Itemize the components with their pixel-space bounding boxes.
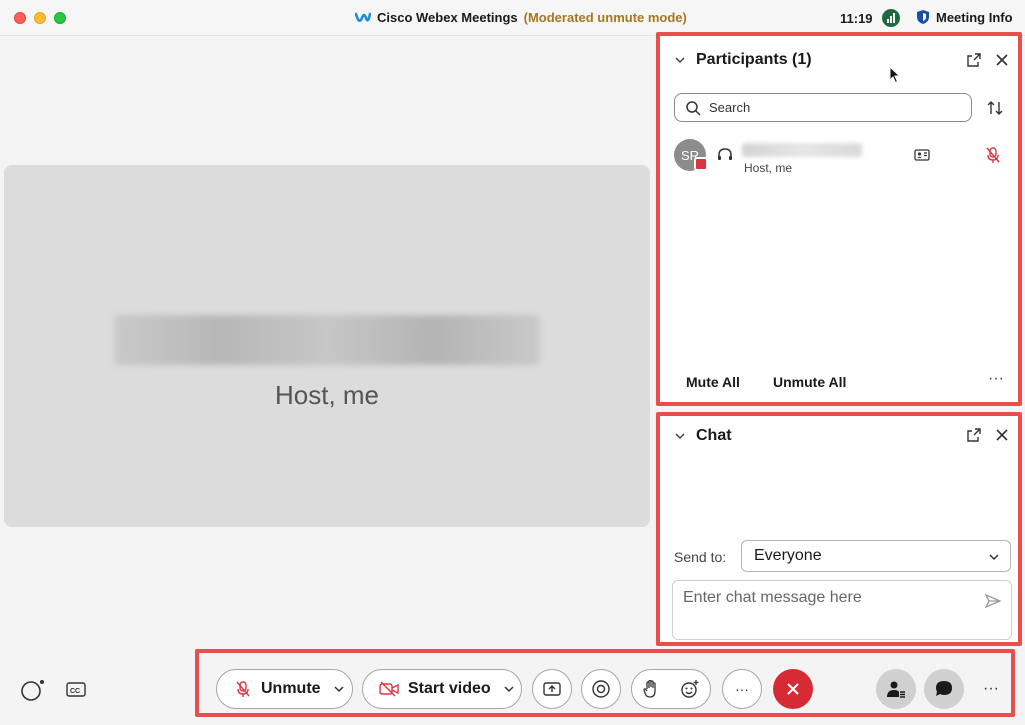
share-button[interactable] (532, 669, 572, 709)
participants-toggle-button[interactable] (876, 669, 916, 709)
start-video-label: Start video (408, 680, 491, 697)
ai-assistant-icon[interactable] (20, 678, 46, 702)
chevron-down-icon[interactable] (333, 683, 345, 695)
meeting-info-label: Meeting Info (936, 9, 1013, 25)
webex-logo-icon (355, 12, 371, 22)
share-screen-icon (543, 682, 561, 696)
record-icon (592, 680, 610, 698)
record-button[interactable] (581, 669, 621, 709)
app-name: Cisco Webex Meetings (377, 10, 518, 25)
start-video-button[interactable]: Start video (362, 669, 522, 709)
video-off-icon (379, 681, 399, 697)
stage-video-tile[interactable]: Host, me (4, 165, 650, 527)
chat-bubble-icon (936, 681, 952, 696)
meeting-info-button[interactable]: Meeting Info (916, 9, 1013, 25)
zoom-window-button[interactable] (54, 12, 66, 24)
unmute-mode-label: (Moderated unmute mode) (523, 10, 687, 25)
minimize-window-button[interactable] (34, 12, 46, 24)
more-options-button[interactable]: ··· (722, 669, 762, 709)
participants-icon (887, 681, 905, 698)
blurred-participant-name (114, 315, 540, 365)
stage-participant-role: Host, me (274, 380, 380, 410)
svg-text:CC: CC (70, 688, 80, 695)
chat-highlight-frame (656, 412, 1022, 646)
mouse-cursor-icon (889, 66, 901, 84)
network-health-icon[interactable] (882, 9, 900, 27)
close-icon (787, 683, 799, 695)
window-title: Cisco Webex Meetings (Moderated unmute m… (355, 10, 687, 25)
participants-highlight-frame (656, 32, 1022, 406)
leave-meeting-button[interactable] (773, 669, 813, 709)
shield-icon (917, 10, 929, 24)
right-more-button[interactable]: ··· (983, 680, 999, 698)
reactions-icon[interactable] (680, 679, 700, 699)
reactions-group (631, 669, 711, 709)
closed-captions-icon[interactable]: CC (66, 681, 86, 699)
clock: 11:19 (840, 11, 873, 26)
raise-hand-icon[interactable] (642, 679, 660, 699)
title-bar: Cisco Webex Meetings (Moderated unmute m… (0, 0, 1025, 36)
chat-toggle-button[interactable] (924, 669, 964, 709)
microphone-muted-icon (236, 681, 250, 697)
more-label: ··· (735, 681, 749, 697)
close-window-button[interactable] (14, 12, 26, 24)
unmute-label: Unmute (261, 680, 321, 697)
chevron-down-icon[interactable] (503, 683, 515, 695)
unmute-button[interactable]: Unmute (216, 669, 353, 709)
